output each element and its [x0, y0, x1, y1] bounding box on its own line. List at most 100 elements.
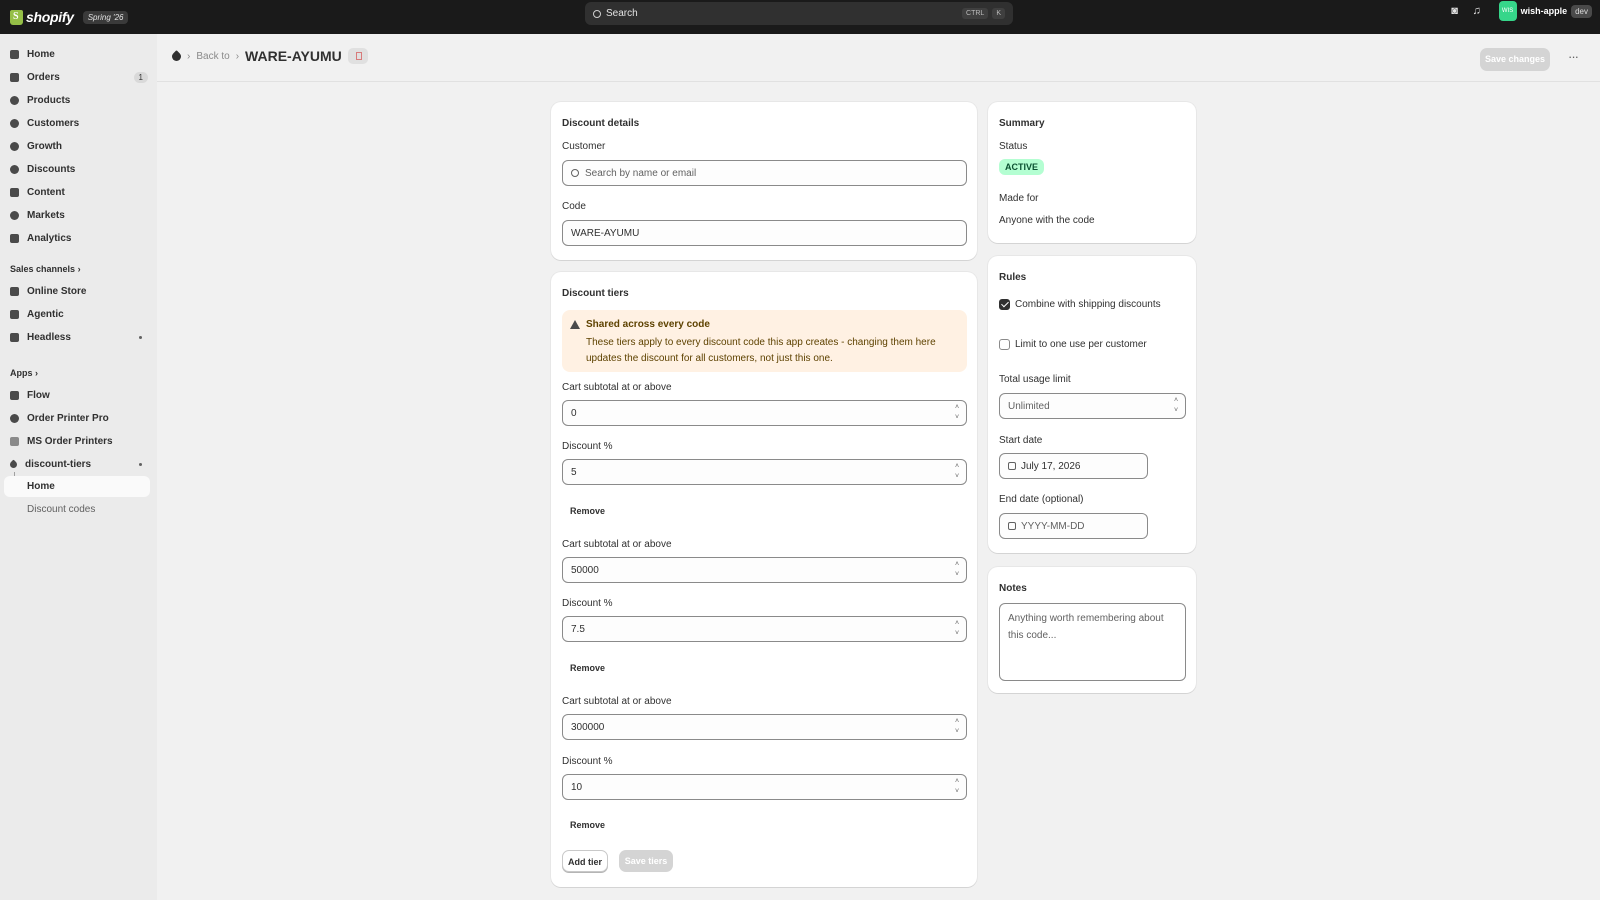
number-stepper[interactable]: ˄ ˅ — [952, 561, 962, 579]
more-actions-icon[interactable]: ··· — [1568, 49, 1579, 64]
save-tiers-button[interactable]: Save tiers — [619, 850, 673, 872]
brand-wordmark: shopify — [26, 9, 74, 25]
tier-subtotal-input[interactable]: 300000 ˄ ˅ — [562, 714, 967, 740]
chevron-up-icon[interactable]: ˄ — [955, 463, 959, 471]
code-label: Code — [562, 201, 586, 212]
save-changes-button[interactable]: Save changes — [1480, 48, 1550, 71]
tier-subtotal-input[interactable]: 50000 ˄ ˅ — [562, 557, 967, 583]
combine-shipping-checkbox[interactable] — [999, 299, 1010, 310]
sales-channels-heading[interactable]: Sales channels › — [10, 264, 81, 274]
sidebar-subitem-discount-codes[interactable]: Discount codes — [4, 499, 150, 520]
card-title: Notes — [999, 583, 1027, 594]
remove-tier-button[interactable]: Remove — [570, 663, 605, 673]
sidebar-item-orders[interactable]: Orders 1 — [10, 68, 150, 86]
sidebar-item-online-store[interactable]: Online Store — [10, 282, 150, 300]
sidebar-item-content[interactable]: Content — [10, 183, 150, 201]
copy-icon[interactable] — [347, 48, 368, 64]
number-stepper[interactable]: ˄ ˅ — [952, 463, 962, 481]
sidekick-icon[interactable]: ◙ — [1449, 5, 1461, 17]
sidebar-item-home[interactable]: Home — [10, 45, 150, 63]
sidebar-item-discounts[interactable]: Discounts — [10, 160, 150, 178]
pin-dot-icon — [139, 335, 142, 339]
number-stepper[interactable]: ˄ ˅ — [1171, 397, 1181, 415]
sidebar-item-label: Agentic — [27, 308, 64, 320]
sidebar-item-order-printer-pro[interactable]: Order Printer Pro — [10, 409, 150, 427]
tier-subtotal-input[interactable]: 0 ˄ ˅ — [562, 400, 967, 426]
back-link[interactable]: Back to — [196, 51, 229, 62]
headless-icon — [10, 332, 19, 342]
end-date-input[interactable]: YYYY-MM-DD — [999, 513, 1148, 539]
pin-dot-icon — [139, 462, 142, 466]
code-input[interactable]: WARE-AYUMU — [562, 220, 967, 246]
remove-tier-button[interactable]: Remove — [570, 506, 605, 516]
customers-icon — [10, 118, 19, 128]
sidebar-item-customers[interactable]: Customers — [10, 114, 150, 132]
sidebar: Home Orders 1 Products Customers Growth … — [0, 34, 157, 900]
chevron-up-icon[interactable]: ˄ — [955, 404, 959, 412]
tag-icon[interactable] — [170, 49, 183, 63]
products-icon — [10, 95, 19, 105]
shopify-logo[interactable]: shopify — [10, 9, 74, 25]
sidebar-item-ms-order-printers[interactable]: MS Order Printers — [10, 432, 150, 450]
customer-search-input[interactable]: Search by name or email — [562, 160, 967, 186]
breadcrumb: › Back to › WARE-AYUMU — [170, 48, 368, 64]
add-tier-button[interactable]: Add tier — [562, 850, 608, 872]
number-stepper[interactable]: ˄ ˅ — [952, 778, 962, 796]
tier-discount-value: 5 — [571, 466, 577, 478]
number-stepper[interactable]: ˄ ˅ — [952, 620, 962, 638]
tier-discount-input[interactable]: 10 ˄ ˅ — [562, 774, 967, 800]
start-date-input[interactable]: July 17, 2026 — [999, 453, 1148, 479]
store-name[interactable]: wish-apple — [1521, 6, 1568, 16]
top-bar-actions: ◙ ♫ WIS wish-apple dev — [1449, 0, 1592, 22]
agentic-icon — [10, 309, 19, 319]
sidebar-item-markets[interactable]: Markets — [10, 206, 150, 224]
notes-placeholder: Anything worth remembering about this co… — [1008, 613, 1164, 641]
search-bar[interactable]: Search CTRL K — [585, 2, 1013, 25]
sidebar-item-headless[interactable]: Headless — [10, 328, 150, 346]
chevron-up-icon[interactable]: ˄ — [955, 620, 959, 628]
chevron-up-icon[interactable]: ˄ — [955, 718, 959, 726]
subtotal-label: Cart subtotal at or above — [562, 382, 672, 393]
sidebar-item-label: Discounts — [27, 163, 76, 175]
tier-discount-input[interactable]: 7.5 ˄ ˅ — [562, 616, 967, 642]
sidebar-subitem-home[interactable]: Home — [4, 476, 150, 497]
limit-one-use-checkbox[interactable] — [999, 339, 1010, 350]
chevron-up-icon[interactable]: ˄ — [955, 561, 959, 569]
notes-textarea[interactable]: Anything worth remembering about this co… — [999, 603, 1186, 681]
store-avatar[interactable]: WIS — [1498, 1, 1517, 21]
flow-icon — [10, 390, 19, 400]
chevron-down-icon[interactable]: ˅ — [955, 414, 959, 422]
chevron-down-icon[interactable]: ˅ — [955, 571, 959, 579]
tier-discount-value: 7.5 — [571, 623, 585, 635]
limit-one-use-label[interactable]: Limit to one use per customer — [1015, 339, 1147, 350]
remove-tier-button[interactable]: Remove — [570, 820, 605, 830]
number-stepper[interactable]: ˄ ˅ — [952, 718, 962, 736]
chevron-down-icon[interactable]: ˅ — [955, 473, 959, 481]
tier-discount-input[interactable]: 5 ˄ ˅ — [562, 459, 967, 485]
combine-shipping-label[interactable]: Combine with shipping discounts — [1015, 299, 1161, 310]
sidebar-item-analytics[interactable]: Analytics — [10, 229, 150, 247]
sidebar-item-label: Customers — [27, 117, 80, 129]
content-icon — [10, 187, 19, 197]
sidebar-item-flow[interactable]: Flow — [10, 386, 150, 404]
made-for-value: Anyone with the code — [999, 215, 1095, 226]
usage-limit-input[interactable]: Unlimited ˄ ˅ — [999, 393, 1186, 419]
sidebar-item-label: Online Store — [27, 285, 87, 297]
sidebar-item-agentic[interactable]: Agentic — [10, 305, 150, 323]
chevron-down-icon[interactable]: ˅ — [955, 630, 959, 638]
sidebar-item-products[interactable]: Products — [10, 91, 150, 109]
chevron-up-icon[interactable]: ˄ — [1174, 397, 1178, 405]
sidebar-item-growth[interactable]: Growth — [10, 137, 150, 155]
chevron-down-icon[interactable]: ˅ — [1174, 407, 1178, 415]
chevron-down-icon[interactable]: ˅ — [955, 788, 959, 796]
bell-icon[interactable]: ♫ — [1471, 5, 1483, 17]
chevron-down-icon[interactable]: ˅ — [955, 728, 959, 736]
sidebar-item-discount-tiers[interactable]: discount-tiers — [8, 455, 150, 473]
apps-heading[interactable]: Apps › — [10, 368, 38, 378]
number-stepper[interactable]: ˄ ˅ — [952, 404, 962, 422]
tier-discount-value: 10 — [571, 781, 583, 793]
ms-order-printers-icon — [10, 436, 19, 446]
edition-badge[interactable]: Spring '26 — [82, 10, 129, 24]
chevron-up-icon[interactable]: ˄ — [955, 778, 959, 786]
chevron-right-icon: › — [35, 368, 39, 378]
